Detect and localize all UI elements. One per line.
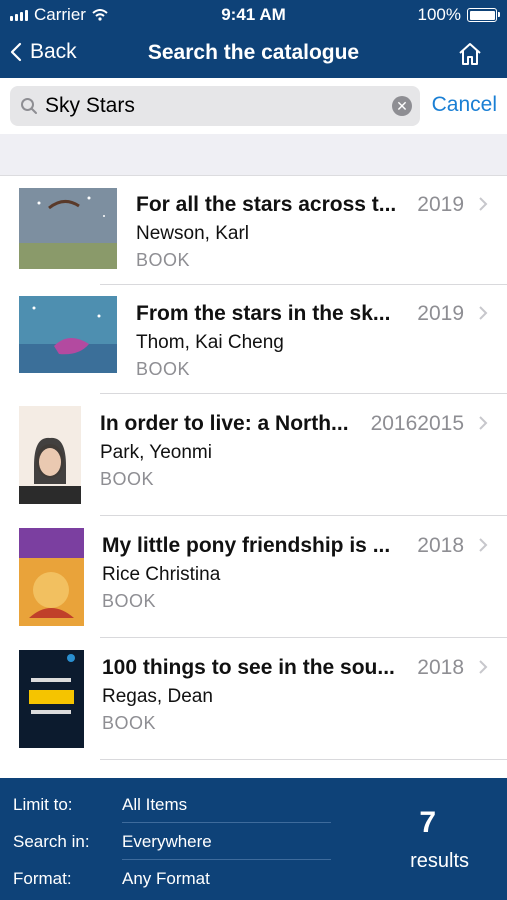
result-author: Park, Yeonmi [100,442,212,463]
chevron-right-icon [479,197,488,211]
search-icon [21,98,37,114]
result-row[interactable]: 100 things to see in the sou... 2018 Reg… [0,638,507,760]
search-area: Sky Stars ✕ Cancel [0,78,507,134]
result-title: From the stars in the sk... [136,302,391,325]
result-format: BOOK [136,359,191,379]
results-count: 7 [419,806,436,839]
filter-label: Limit to: [13,795,73,814]
result-title: 100 things to see in the sou... [102,656,395,679]
result-year: 2018 [417,656,464,679]
cancel-button[interactable]: Cancel [432,93,497,117]
result-year: 2018 [417,534,464,557]
book-cover [19,188,117,269]
result-format: BOOK [100,469,155,489]
chevron-right-icon [479,660,488,674]
search-query: Sky Stars [45,94,135,117]
filter-search-in[interactable]: Search in: Everywhere [13,823,331,860]
filter-limit-to[interactable]: Limit to: All Items [13,786,331,823]
nav-bar: Back Search the catalogue [0,30,507,78]
filter-format[interactable]: Format: Any Format [13,860,331,897]
filter-label: Search in: [13,832,90,851]
book-cover [19,296,117,373]
filter-value: All Items [122,795,188,814]
status-right: 100% [417,5,500,25]
row-divider [100,759,507,760]
result-format: BOOK [102,713,157,733]
chevron-right-icon [479,306,488,320]
result-author: Newson, Karl [136,223,249,244]
result-row[interactable]: In order to live: a North... 20162015 Pa… [0,394,507,516]
battery-percent: 100% [417,5,461,24]
result-format: BOOK [102,591,157,611]
chevron-right-icon [479,538,488,552]
home-icon[interactable] [457,41,483,67]
result-row[interactable]: For all the stars across t... 2019 Newso… [0,176,507,285]
result-row[interactable]: From the stars in the sk... 2019 Thom, K… [0,285,507,394]
clear-icon[interactable]: ✕ [392,96,412,116]
result-author: Rice Christina [102,564,221,585]
chevron-left-icon [10,42,22,62]
result-title: In order to live: a North... [100,412,349,435]
result-year: 2019 [417,193,464,216]
book-cover [19,406,81,504]
result-title: For all the stars across t... [136,193,397,216]
book-cover [19,528,84,626]
status-bar: Carrier 9:41 AM 100% [0,0,507,30]
result-author: Regas, Dean [102,686,213,707]
filter-value: Any Format [122,869,210,888]
result-format: BOOK [136,250,191,270]
result-row[interactable]: My little pony friendship is ... 2018 Ri… [0,516,507,638]
results-label: results [410,850,469,872]
filter-label: Format: [13,869,72,888]
filter-value: Everywhere [122,832,212,851]
chevron-right-icon [479,416,488,430]
section-spacer [0,134,507,176]
result-author: Thom, Kai Cheng [136,332,284,353]
result-title: My little pony friendship is ... [102,534,391,557]
battery-icon [467,8,500,22]
back-button[interactable]: Back [10,40,77,64]
search-input[interactable]: Sky Stars ✕ [10,86,420,126]
filter-bar: Limit to: All Items Search in: Everywher… [0,778,507,900]
result-year: 2019 [417,302,464,325]
results-list: For all the stars across t... 2019 Newso… [0,176,507,760]
back-label: Back [30,40,77,63]
result-year: 20162015 [370,412,464,435]
book-cover [19,650,84,748]
